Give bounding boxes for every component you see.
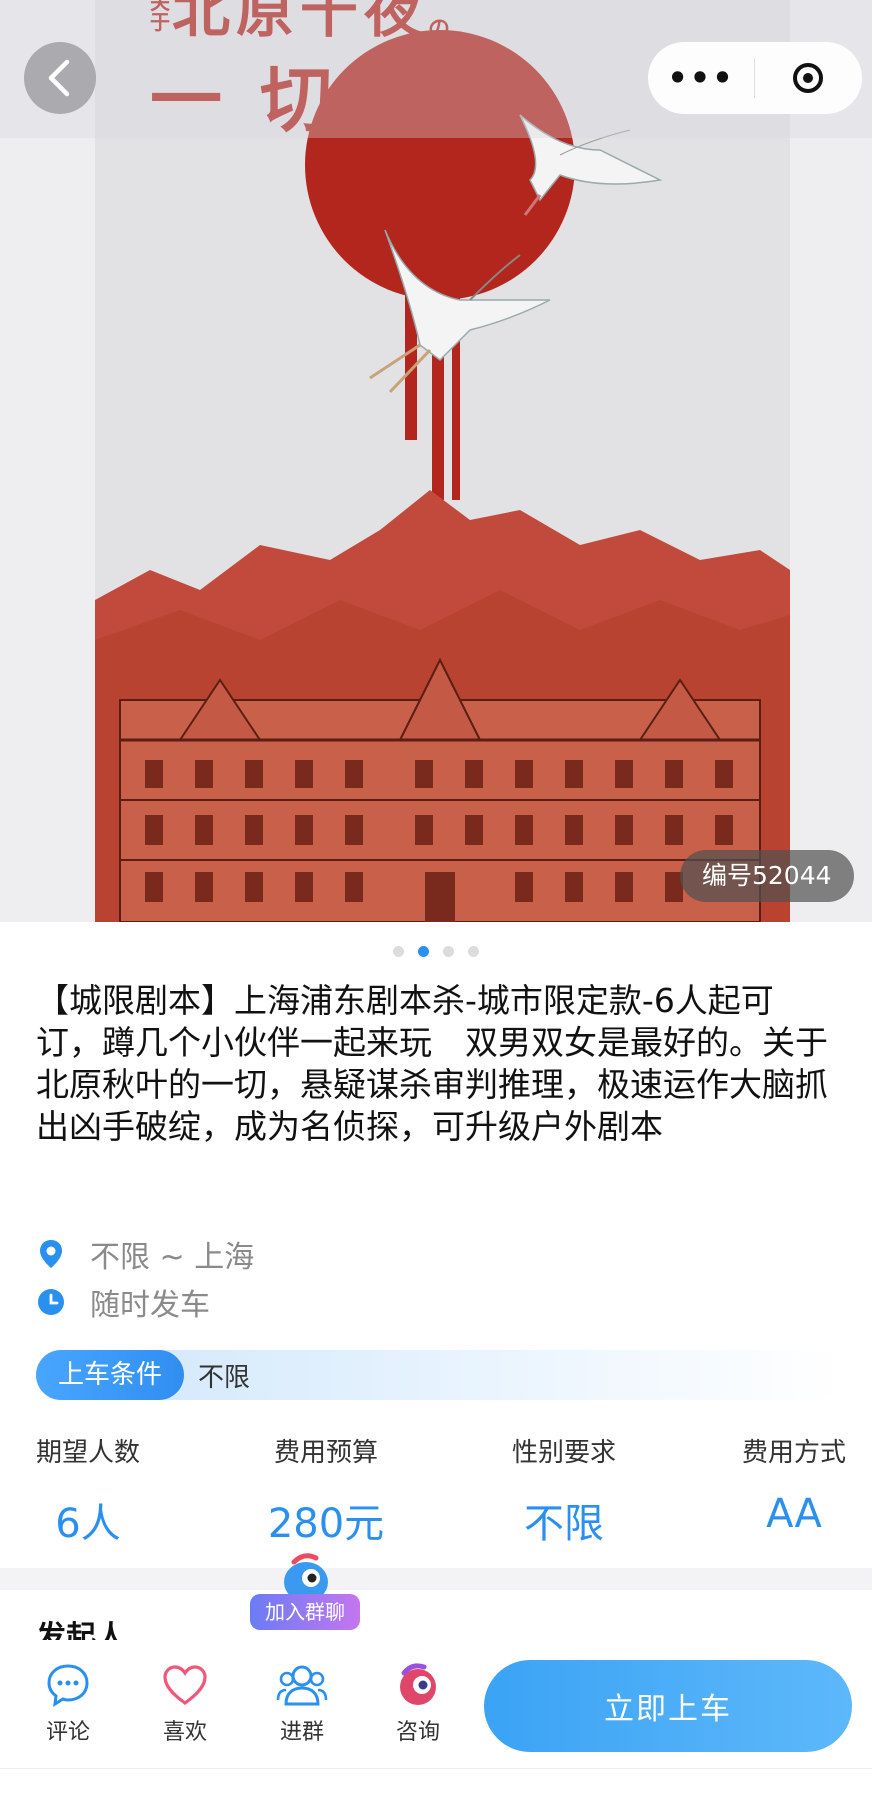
carousel-dot[interactable] (468, 946, 479, 957)
chevron-left-icon (48, 59, 70, 97)
tab-comment[interactable]: 评论 (28, 1660, 108, 1746)
close-button[interactable] (755, 63, 861, 93)
tab-label: 咨询 (395, 1720, 440, 1745)
mansion (119, 657, 761, 922)
hero-poster[interactable]: 关于北原千夜の 一切 (0, 0, 872, 922)
stat-expected-people: 期望人数 6人 (0, 1432, 188, 1549)
stat-budget: 费用预算 280元 (226, 1432, 426, 1549)
condition-label: 上车条件 (36, 1350, 185, 1400)
stat-value: 280元 (267, 1501, 385, 1547)
carousel-dot-active[interactable] (418, 946, 429, 957)
back-button[interactable] (24, 42, 96, 114)
carousel-dot[interactable] (443, 946, 454, 957)
time-row: 随时发车 (36, 1280, 210, 1324)
requirement-stats: 期望人数 6人 费用预算 280元 性别要求 不限 费用方式 AA (0, 1432, 872, 1547)
join-group-bubble[interactable]: 加入群聊 (250, 1552, 360, 1640)
poster-illustration (0, 0, 872, 922)
stat-value: 6人 (55, 1501, 121, 1547)
join-group-label: 加入群聊 (250, 1594, 360, 1630)
condition-value: 不限 (198, 1362, 251, 1393)
stat-label: 性别要求 (511, 1438, 616, 1468)
carousel-indicator (0, 946, 872, 957)
tab-consult[interactable]: 咨询 (378, 1660, 458, 1746)
stat-label: 期望人数 (35, 1438, 140, 1468)
tab-label: 评论 (45, 1720, 90, 1745)
clock-icon (36, 1287, 66, 1317)
stat-payment: 费用方式 AA (694, 1432, 872, 1537)
stat-gender: 性别要求 不限 (464, 1432, 664, 1549)
listing-id-badge: 编号52044 (680, 850, 854, 902)
board-now-button[interactable]: 立即上车 (484, 1660, 852, 1752)
carousel-dot[interactable] (393, 946, 404, 957)
listing-title: 【城限剧本】上海浦东剧本杀-城市限定款-6人起可订，蹲几个小伙伴一起来玩 双男双… (36, 981, 828, 1146)
target-icon (793, 63, 823, 93)
tab-like[interactable]: 喜欢 (145, 1660, 225, 1746)
stat-label: 费用预算 (273, 1438, 378, 1468)
stat-value: AA (766, 1491, 822, 1537)
tab-label: 进群 (279, 1720, 324, 1745)
tab-group[interactable]: 进群 (262, 1660, 342, 1746)
tab-label: 喜欢 (162, 1720, 207, 1745)
group-icon (262, 1660, 342, 1710)
location-row: 不限 ~ 上海 (36, 1232, 254, 1276)
heart-icon (145, 1660, 225, 1710)
time-text: 随时发车 (90, 1288, 210, 1323)
section-divider (0, 1568, 872, 1590)
stat-value: 不限 (524, 1501, 604, 1547)
comment-icon (28, 1660, 108, 1710)
mini-program-capsule: ••• (648, 42, 862, 114)
location-text: 不限 ~ 上海 (90, 1240, 255, 1275)
consult-icon (378, 1660, 458, 1710)
boarding-condition: 上车条件 不限 (36, 1350, 846, 1400)
location-pin-icon (36, 1239, 66, 1269)
bottom-divider (0, 1768, 872, 1769)
more-button[interactable]: ••• (648, 59, 754, 97)
stat-label: 费用方式 (741, 1438, 846, 1468)
